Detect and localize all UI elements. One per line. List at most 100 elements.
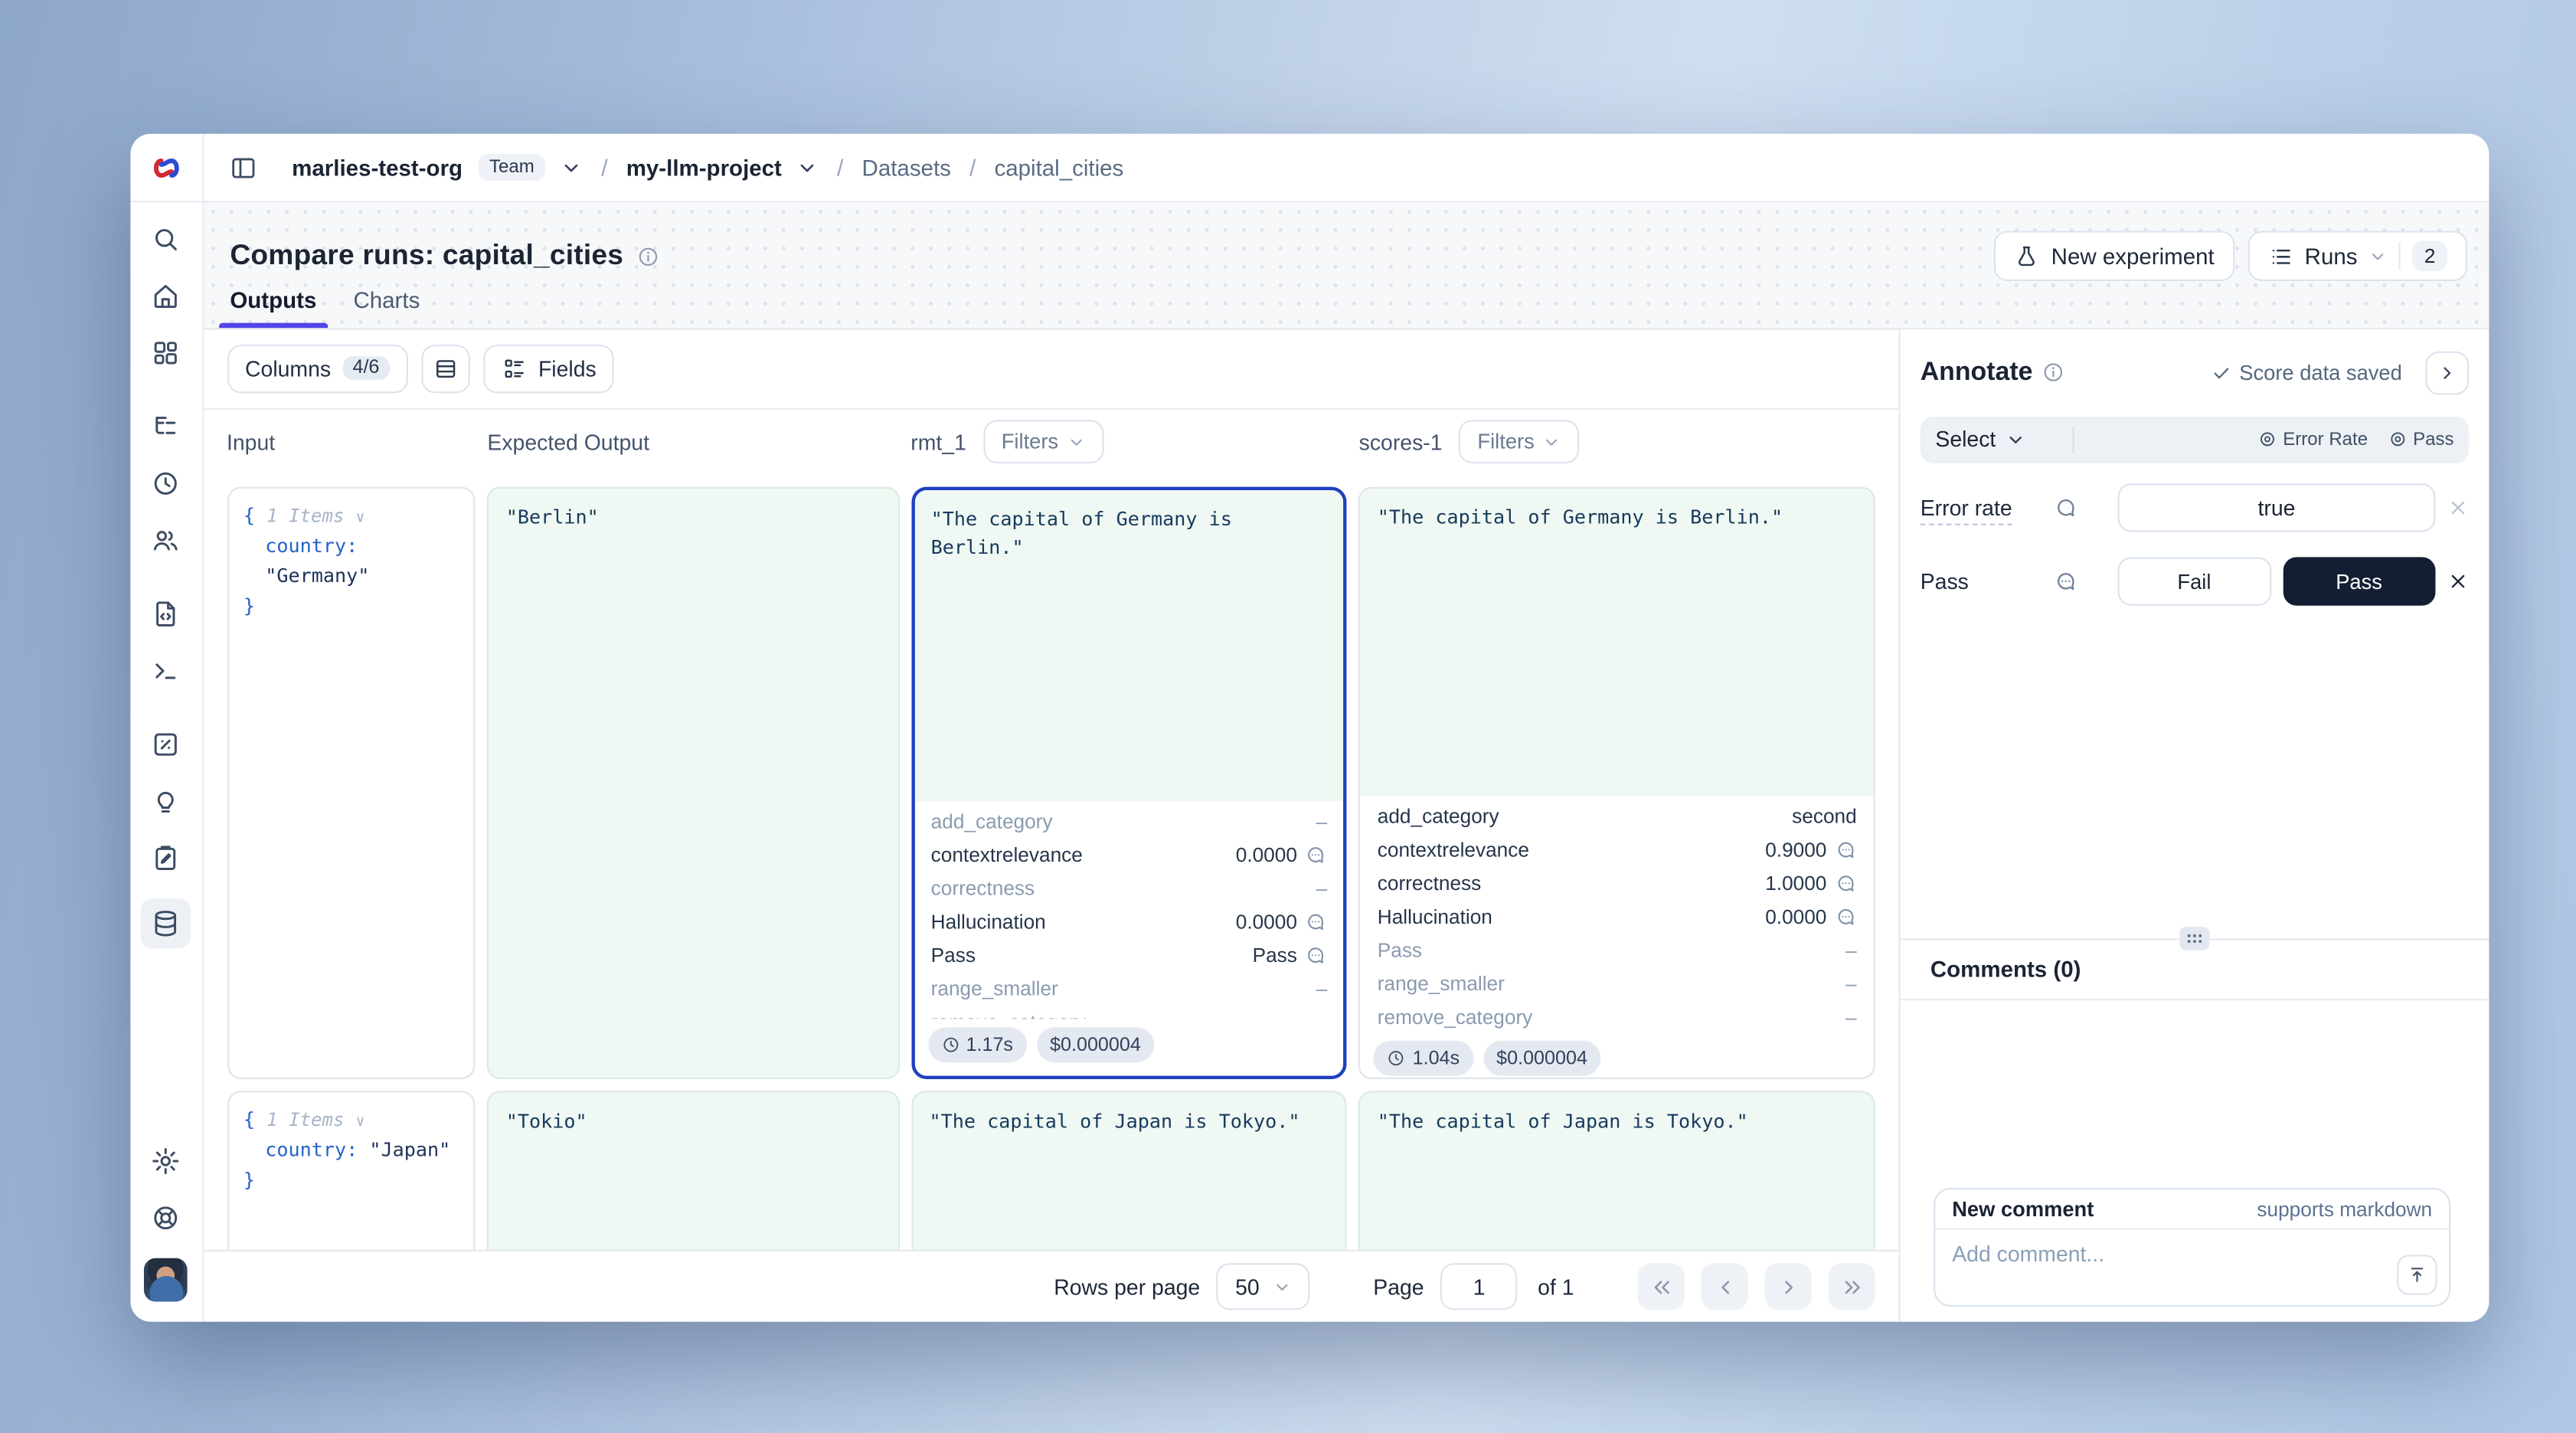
row-height-button[interactable] xyxy=(421,344,469,392)
next-page-button[interactable] xyxy=(1765,1263,1812,1310)
sidebar-item-history[interactable] xyxy=(146,466,186,500)
sidebar-item-tracing[interactable] xyxy=(146,410,186,443)
column-headers: Input Expected Output rmt_1 Filters scor… xyxy=(203,410,1898,473)
run2-output-cell[interactable]: "The capital of Germany is Berlin." add_… xyxy=(1359,487,1875,1079)
first-page-button[interactable] xyxy=(1638,1263,1685,1310)
sidebar-item-prompts[interactable] xyxy=(146,597,186,631)
expected-output-cell[interactable]: "Tokio" xyxy=(488,1091,899,1250)
run1-name[interactable]: rmt_1 xyxy=(910,429,966,454)
info-icon[interactable] xyxy=(2043,362,2064,383)
comment-icon[interactable] xyxy=(1306,844,1327,865)
metric-row[interactable]: add_categorysecond xyxy=(1361,800,1874,833)
new-experiment-button[interactable]: New experiment xyxy=(1994,231,2234,281)
pass-option-button[interactable]: Pass xyxy=(2283,557,2436,605)
metric-row[interactable]: range_smaller– xyxy=(914,972,1344,1006)
breadcrumb-dataset-name[interactable]: capital_cities xyxy=(994,155,1123,180)
breadcrumb-datasets[interactable]: Datasets xyxy=(862,155,951,180)
sidebar-item-experiments[interactable] xyxy=(146,728,186,761)
comment-dots-icon[interactable] xyxy=(2054,570,2077,594)
score-select-dropdown[interactable]: Select xyxy=(1935,427,2025,452)
results-table: Columns 4/6 Fields Input Expec xyxy=(203,329,1898,1321)
json-brace: { xyxy=(244,1107,255,1131)
sidebar-item-dashboards[interactable] xyxy=(146,336,186,370)
comment-icon[interactable] xyxy=(1306,911,1327,932)
input-cell[interactable]: { 1 Items ∨ country: "Japan" } xyxy=(227,1091,476,1250)
sidebar-item-annotation-queues[interactable] xyxy=(146,842,186,875)
previous-page-button[interactable] xyxy=(1702,1263,1748,1310)
runs-button[interactable]: Runs 2 xyxy=(2247,231,2467,281)
metric-row[interactable]: contextrelevance0.9000 xyxy=(1361,833,1874,867)
metric-row[interactable]: Pass– xyxy=(1361,934,1874,967)
run2-filters-button[interactable]: Filters xyxy=(1459,420,1579,463)
sidebar-item-datasets[interactable] xyxy=(141,898,191,949)
chevron-down-icon[interactable] xyxy=(797,156,819,178)
cost-badge: $0.000004 xyxy=(1037,1027,1155,1062)
sidebar-item-settings[interactable] xyxy=(146,1144,186,1178)
metric-row[interactable]: correctness– xyxy=(914,872,1344,905)
comment-icon[interactable] xyxy=(1835,872,1856,894)
app-logo[interactable] xyxy=(130,134,201,203)
error-rate-value-input[interactable] xyxy=(2117,483,2435,532)
metric-row[interactable]: Hallucination0.0000 xyxy=(914,905,1344,939)
page-number-input[interactable] xyxy=(1440,1263,1517,1310)
run2-output-cell[interactable]: "The capital of Japan is Tokyo." xyxy=(1359,1091,1875,1250)
metric-row[interactable]: remove_category– xyxy=(914,1006,1344,1019)
clear-score-icon[interactable] xyxy=(2447,571,2469,592)
submit-comment-button[interactable] xyxy=(2397,1255,2437,1294)
run1-output-cell-selected[interactable]: "The capital of Germany is Berlin." add_… xyxy=(910,487,1347,1079)
score-tag-error-rate[interactable]: Error Rate xyxy=(2257,429,2368,449)
tab-outputs[interactable]: Outputs xyxy=(230,287,316,327)
panel-resize-handle[interactable] xyxy=(2179,926,2209,950)
run1-filters-button[interactable]: Filters xyxy=(983,420,1103,463)
columns-button[interactable]: Columns 4/6 xyxy=(227,344,408,392)
clear-score-icon[interactable] xyxy=(2447,497,2469,519)
collapse-panel-button[interactable] xyxy=(2425,351,2469,394)
user-avatar[interactable] xyxy=(144,1258,188,1302)
sidebar-item-home[interactable] xyxy=(146,280,186,313)
metric-row[interactable]: correctness1.0000 xyxy=(1361,867,1874,901)
comment-icon[interactable] xyxy=(1306,944,1327,966)
sidebar-item-search[interactable] xyxy=(146,223,186,257)
fields-label: Fields xyxy=(538,356,597,381)
input-cell[interactable]: { 1 Items ∨ country: "Germany" } xyxy=(227,487,476,1079)
run2-name[interactable]: scores-1 xyxy=(1359,429,1443,454)
breadcrumb-separator: / xyxy=(966,154,979,181)
sidebar-item-users[interactable] xyxy=(146,524,186,558)
rows-per-page-select[interactable]: 50 xyxy=(1217,1263,1309,1310)
tab-charts[interactable]: Charts xyxy=(353,287,420,327)
json-items-count[interactable]: 1 Items xyxy=(266,505,344,527)
metric-row[interactable]: remove_category– xyxy=(1361,1000,1874,1034)
metric-row[interactable]: contextrelevance0.0000 xyxy=(914,838,1344,872)
chevron-down-icon xyxy=(1543,433,1561,451)
run-stats: 1.04s $0.000004 xyxy=(1361,1034,1874,1079)
run-stats: 1.17s $0.000004 xyxy=(914,1020,1344,1075)
run1-output-cell[interactable]: "The capital of Japan is Tokyo." xyxy=(910,1091,1347,1250)
breadcrumb-org[interactable]: marlies-test-org xyxy=(292,155,463,180)
score-tag-pass[interactable]: Pass xyxy=(2388,429,2453,449)
json-collapse-icon[interactable]: ∨ xyxy=(356,1114,365,1131)
fail-option-button[interactable]: Fail xyxy=(2117,557,2270,605)
sidebar-item-insights[interactable] xyxy=(146,784,186,818)
comment-icon[interactable] xyxy=(1835,839,1856,860)
comment-icon[interactable] xyxy=(1835,906,1856,928)
page-title: Compare runs: capital_cities xyxy=(230,239,623,273)
metric-row[interactable]: add_category– xyxy=(914,805,1344,839)
sidebar-item-help[interactable] xyxy=(146,1201,186,1235)
metric-row[interactable]: range_smaller– xyxy=(1361,967,1874,1001)
json-items-count[interactable]: 1 Items xyxy=(266,1109,344,1130)
breadcrumb-project[interactable]: my-llm-project xyxy=(626,155,782,180)
chevron-down-icon[interactable] xyxy=(561,156,583,178)
comment-icon[interactable] xyxy=(2054,496,2077,520)
last-page-button[interactable] xyxy=(1829,1263,1875,1310)
chevron-down-icon xyxy=(1273,1278,1291,1296)
json-collapse-icon[interactable]: ∨ xyxy=(356,510,365,527)
comment-input[interactable] xyxy=(1935,1230,2449,1307)
rows-per-page-value: 50 xyxy=(1235,1274,1260,1299)
metric-row[interactable]: PassPass xyxy=(914,938,1344,972)
info-icon[interactable] xyxy=(637,245,659,267)
fields-button[interactable]: Fields xyxy=(483,344,615,392)
metric-row[interactable]: Hallucination0.0000 xyxy=(1361,900,1874,934)
sidebar-item-playground[interactable] xyxy=(146,654,186,688)
panel-left-toggle-icon[interactable] xyxy=(228,153,257,182)
expected-output-cell[interactable]: "Berlin" xyxy=(488,487,899,1079)
